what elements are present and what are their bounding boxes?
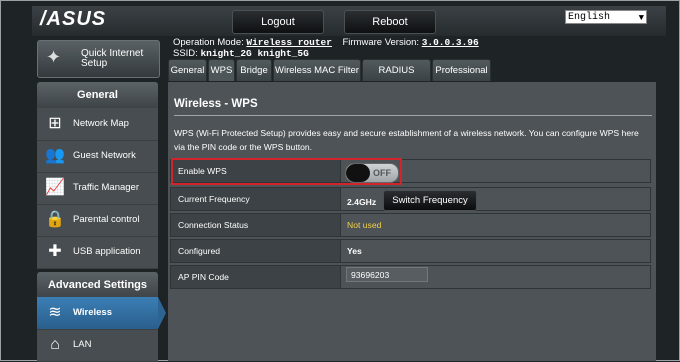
ap-pin-field: 93696203 [346, 267, 428, 282]
sidebar-item-lan[interactable]: ⌂ LAN [37, 329, 158, 362]
reboot-button[interactable]: Reboot [344, 10, 436, 34]
sidebar-item-label: Guest Network [73, 150, 136, 161]
current-frequency-label: Current Frequency [171, 188, 341, 210]
firmware-link[interactable]: 3.0.0.3.96 [422, 37, 479, 48]
tab-wps[interactable]: WPS [208, 59, 235, 81]
quick-internet-setup-button[interactable]: ✦ Quick Internet Setup [37, 40, 160, 78]
guest-network-icon: 👥 [45, 147, 65, 164]
traffic-manager-icon: 📈 [45, 179, 65, 196]
title-divider [174, 115, 652, 116]
magic-wand-icon: ✦ [46, 47, 62, 67]
connection-status-label: Connection Status [171, 214, 341, 236]
op-mode-label: Operation Mode: [173, 37, 244, 48]
table-row: Connection Status Not used [170, 213, 651, 237]
advanced-nav: ≋ Wireless ⌂ LAN [37, 297, 158, 362]
page-description: WPS (Wi-Fi Protected Setup) provides eas… [174, 128, 639, 152]
sidebar-item-label: Network Map [73, 118, 129, 129]
qis-label-line2: Setup [81, 58, 108, 69]
active-item-arrow [158, 297, 166, 329]
wifi-icon: ≋ [48, 304, 62, 321]
status-info: Operation Mode: Wireless router Firmware… [173, 37, 479, 59]
tab-wireless-mac-filter[interactable]: Wireless MAC Filter [273, 59, 361, 81]
sidebar-item-label: Wireless [73, 307, 112, 318]
ssid-label: SSID: [173, 48, 198, 59]
firmware-label: Firmware Version: [342, 37, 420, 48]
toggle-knob [346, 164, 370, 182]
home-icon: ⌂ [50, 336, 60, 353]
logout-button[interactable]: Logout [232, 10, 324, 34]
enable-wps-toggle[interactable]: OFF [345, 163, 399, 183]
ap-pin-label: AP PIN Code [171, 266, 341, 288]
sidebar-item-network-map[interactable]: ⊞ Network Map [37, 108, 158, 141]
network-map-icon: ⊞ [48, 115, 62, 132]
current-frequency-value: 2.4GHz [347, 197, 377, 207]
general-nav: ⊞ Network Map 👥 Guest Network 📈 Traffic … [37, 108, 158, 269]
quick-internet-setup-label: Quick Internet Setup [81, 49, 143, 69]
table-row: Configured Yes [170, 239, 651, 263]
ssid-value: knight_2G knight_5G [200, 48, 309, 59]
language-select[interactable]: English ▼ [565, 10, 647, 24]
configured-value: Yes [347, 246, 362, 256]
sidebar-item-traffic-manager[interactable]: 📈 Traffic Manager [37, 172, 158, 205]
sidebar-item-label: USB application [73, 246, 141, 257]
connection-status-value: Not used [347, 220, 382, 230]
tab-bridge[interactable]: Bridge [236, 59, 272, 81]
general-header: General [37, 82, 158, 108]
page-title: Wireless - WPS [174, 98, 258, 110]
sidebar-item-wireless[interactable]: ≋ Wireless [37, 297, 158, 330]
configured-label: Configured [171, 240, 341, 262]
toggle-state: OFF [373, 168, 391, 178]
advanced-settings-header: Advanced Settings [37, 272, 158, 298]
chevron-down-icon: ▼ [638, 13, 644, 23]
language-value: English [568, 12, 611, 23]
sidebar-item-label: Traffic Manager [73, 182, 139, 193]
asus-logo: /ASUS [40, 8, 107, 30]
parental-control-icon: 🔒 [45, 211, 65, 228]
switch-frequency-button[interactable]: Switch Frequency [383, 190, 477, 211]
sidebar-item-guest-network[interactable]: 👥 Guest Network [37, 140, 158, 173]
sidebar-item-label: LAN [73, 339, 92, 350]
tab-general[interactable]: General [168, 59, 207, 81]
sidebar-item-label: Parental control [73, 214, 140, 225]
sidebar-item-usb-application[interactable]: ✚ USB application [37, 236, 158, 269]
tab-radius-setting[interactable]: RADIUS Setting [362, 59, 431, 98]
usb-application-icon: ✚ [48, 243, 62, 260]
op-mode-link[interactable]: Wireless router [246, 37, 332, 48]
tab-professional[interactable]: Professional [432, 59, 491, 81]
sidebar-item-parental-control[interactable]: 🔒 Parental control [37, 204, 158, 237]
